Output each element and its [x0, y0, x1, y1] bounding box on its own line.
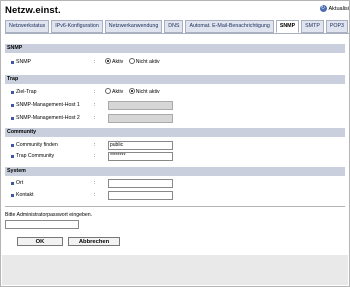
radio-unchecked-icon [105, 87, 111, 94]
tab-dns[interactable]: DNS [164, 20, 184, 33]
update-label: Aktualisi [328, 5, 349, 12]
ort-label: Ort [16, 180, 24, 186]
section-trap-header: Trap [5, 75, 345, 84]
kontakt-label: Kontakt [16, 192, 34, 198]
bullet-icon [11, 144, 14, 147]
trap-community-label: Trap Community [16, 153, 55, 159]
tab-snmp[interactable]: SNMP [275, 20, 300, 33]
snmp-active-radio[interactable]: Aktiv [105, 57, 123, 65]
tab-smtp[interactable]: SMTP [301, 20, 324, 33]
colon: : [94, 102, 96, 108]
colon: : [94, 115, 96, 121]
tab-divider [5, 33, 349, 34]
kontakt-row: Kontakt : [11, 191, 341, 200]
host2-input[interactable] [108, 114, 173, 123]
tab-ipv6-konfiguration[interactable]: IPv6-Konfiguration [51, 20, 103, 33]
trap-active-radio[interactable]: Aktiv [105, 87, 123, 95]
password-prompt: Bitte Administratorpasswort eingeben. [5, 212, 93, 218]
bullet-icon [11, 194, 14, 197]
radio-checked-icon [128, 87, 135, 94]
bullet-icon [11, 91, 14, 94]
tab-pop3[interactable]: POP3 [325, 20, 348, 33]
colon: : [94, 192, 96, 198]
ok-button[interactable]: OK [17, 237, 63, 246]
host1-label: SNMP-Management-Host 1 [16, 102, 80, 108]
snmp-row: SNMP : Aktiv Nicht aktiv [11, 57, 341, 67]
window: Netzw.einst. ↻ Aktualisi Netzwerkstatus … [0, 0, 350, 287]
bullet-icon [11, 61, 14, 64]
host1-row: SNMP-Management-Host 1 : [11, 101, 341, 110]
bullet-icon [11, 117, 14, 120]
bullet-icon [11, 182, 14, 185]
snmp-inactive-radio[interactable]: Nicht aktiv [128, 57, 160, 65]
radio-unchecked-icon [128, 57, 135, 64]
ziel-trap-row: Ziel-Trap : Aktiv Nicht aktiv [11, 87, 341, 97]
colon: : [94, 142, 96, 148]
host1-input[interactable] [108, 101, 173, 110]
radio-checked-icon [105, 57, 111, 64]
colon: : [94, 153, 96, 159]
trap-community-row: Trap Community : ******** [11, 152, 341, 161]
community-find-row: Community finden : public [11, 141, 341, 150]
colon: : [94, 89, 96, 95]
divider [5, 206, 345, 207]
community-find-label: Community finden [16, 142, 58, 148]
kontakt-input[interactable] [108, 191, 173, 200]
tab-netzwerkstatus[interactable]: Netzwerkstatus [5, 20, 50, 33]
ziel-trap-label: Ziel-Trap [16, 89, 37, 95]
tab-email-benachrichtigung[interactable]: Automat. E-Mail-Benachrichtigung [185, 20, 274, 33]
section-system-header: System [5, 167, 345, 176]
page-title: Netzw.einst. [5, 5, 61, 16]
tab-netzwerkanwendung[interactable]: Netzwerkanwendung [104, 20, 163, 33]
section-snmp-header: SNMP [5, 44, 345, 53]
refresh-icon: ↻ [319, 5, 327, 12]
tab-bar: Netzwerkstatus IPv6-Konfiguration Netzwe… [5, 20, 348, 33]
trap-community-input[interactable]: ******** [108, 152, 173, 161]
colon: : [94, 59, 96, 65]
bullet-icon [11, 155, 14, 158]
ort-input[interactable] [108, 179, 173, 188]
host2-row: SNMP-Management-Host 2 : [11, 114, 341, 123]
ort-row: Ort : [11, 179, 341, 188]
community-find-input[interactable]: public [108, 141, 173, 150]
admin-password-input[interactable] [5, 220, 79, 229]
update-button[interactable]: ↻ Aktualisi [319, 5, 349, 12]
colon: : [94, 180, 96, 186]
host2-label: SNMP-Management-Host 2 [16, 115, 80, 121]
trap-inactive-radio[interactable]: Nicht aktiv [128, 87, 160, 95]
bullet-icon [11, 104, 14, 107]
bottom-panel [2, 255, 348, 285]
section-community-header: Community [5, 128, 345, 137]
snmp-label: SNMP [16, 59, 31, 65]
cancel-button[interactable]: Abbrechen [68, 237, 120, 246]
